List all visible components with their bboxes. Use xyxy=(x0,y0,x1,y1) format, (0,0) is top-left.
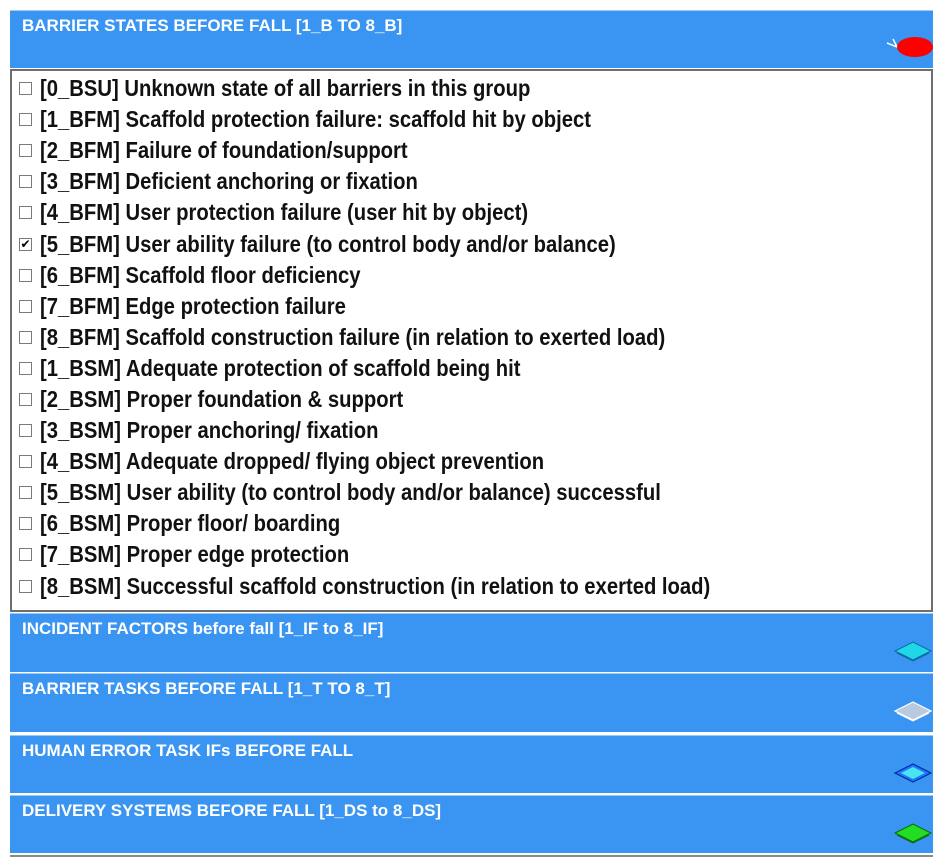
checkbox-row[interactable]: [8_BFM] Scaffold construction failure (i… xyxy=(12,322,931,353)
checkbox-row[interactable]: [2_BSM] Proper foundation & support xyxy=(12,384,931,415)
checkbox-row[interactable]: [6_BFM] Scaffold floor deficiency xyxy=(12,260,931,291)
checkbox[interactable] xyxy=(19,579,32,593)
section-title: BARRIER TASKS BEFORE FALL [1_T TO 8_T] xyxy=(22,679,391,698)
checkbox-row[interactable]: [3_BFM] Deficient anchoring or fixation xyxy=(12,166,931,197)
checkbox-label: [3_BFM] Deficient anchoring or fixation xyxy=(40,168,418,195)
checkbox[interactable] xyxy=(19,455,32,469)
section-header-delivery-systems[interactable]: DELIVERY SYSTEMS BEFORE FALL [1_DS to 8_… xyxy=(10,795,933,853)
section-title: INCIDENT FACTORS before fall [1_IF to 8_… xyxy=(22,619,384,638)
checkbox[interactable] xyxy=(19,548,32,562)
checkbox-row[interactable]: [7_BSM] Proper edge protection xyxy=(12,539,931,570)
bottom-divider xyxy=(10,855,933,857)
checkbox-row[interactable]: [0_BSU] Unknown state of all barriers in… xyxy=(12,73,931,104)
section-title: DELIVERY SYSTEMS BEFORE FALL [1_DS to 8_… xyxy=(22,801,442,820)
checkbox[interactable] xyxy=(19,144,32,158)
checkbox-label: [2_BSM] Proper foundation & support xyxy=(40,385,404,412)
checkbox-label: [2_BFM] Failure of foundation/support xyxy=(40,137,408,164)
checkbox-label: [7_BSM] Proper edge protection xyxy=(40,541,350,568)
section-title: BARRIER STATES BEFORE FALL [1_B TO 8_B] xyxy=(22,16,403,35)
cyan-diamond-icon[interactable] xyxy=(893,636,933,666)
checkbox-label: [3_BSM] Proper anchoring/ fixation xyxy=(40,417,379,444)
checkbox-row[interactable]: [8_BSM] Successful scaffold construction… xyxy=(12,571,931,602)
checkbox[interactable] xyxy=(19,517,32,531)
blue-diamond-icon[interactable] xyxy=(893,758,933,788)
checkbox-label: [5_BFM] User ability failure (to control… xyxy=(40,230,616,257)
checkbox-label: [7_BFM] Edge protection failure xyxy=(40,292,346,319)
checkbox-row[interactable]: [5_BSM] User ability (to control body an… xyxy=(12,477,931,508)
checkbox-label: [1_BFM] Scaffold protection failure: sca… xyxy=(40,106,592,133)
checkbox[interactable] xyxy=(19,299,32,313)
checkbox-row[interactable]: [4_BFM] User protection failure (user hi… xyxy=(12,197,931,228)
checkbox-label: [6_BFM] Scaffold floor deficiency xyxy=(40,261,361,288)
green-diamond-icon[interactable] xyxy=(893,818,933,848)
checkbox[interactable] xyxy=(19,330,32,344)
section-title: HUMAN ERROR TASK IFs BEFORE FALL xyxy=(22,741,354,760)
checkbox-row[interactable]: [2_BFM] Failure of foundation/support xyxy=(12,135,931,166)
checkbox-row[interactable]: [1_BSM] Adequate protection of scaffold … xyxy=(12,353,931,384)
red-oval-icon[interactable] xyxy=(885,33,933,59)
checkbox-row[interactable]: [7_BFM] Edge protection failure xyxy=(12,291,931,322)
checkbox-label: [4_BFM] User protection failure (user hi… xyxy=(40,199,529,226)
section-header-barrier-tasks[interactable]: BARRIER TASKS BEFORE FALL [1_T TO 8_T] xyxy=(10,673,933,732)
checkbox-row[interactable]: [6_BSM] Proper floor/ boarding xyxy=(12,508,931,539)
checkbox-row[interactable]: [1_BFM] Scaffold protection failure: sca… xyxy=(12,104,931,135)
checkbox-label: [5_BSM] User ability (to control body an… xyxy=(40,479,661,506)
checkbox-checked[interactable]: ✔ xyxy=(19,237,32,251)
checkbox-label: [8_BSM] Successful scaffold construction… xyxy=(40,572,711,599)
section-header-human-error-task-ifs[interactable]: HUMAN ERROR TASK IFs BEFORE FALL xyxy=(10,735,933,793)
checkbox[interactable] xyxy=(19,361,32,375)
checkbox[interactable] xyxy=(19,424,32,438)
checkbox[interactable] xyxy=(19,113,32,127)
section-header-incident-factors[interactable]: INCIDENT FACTORS before fall [1_IF to 8_… xyxy=(10,613,933,672)
checkbox[interactable] xyxy=(19,206,32,220)
checkbox-row[interactable]: ✔ [5_BFM] User ability failure (to contro… xyxy=(12,228,931,259)
checkbox-label: [1_BSM] Adequate protection of scaffold … xyxy=(40,354,521,381)
checkbox-label: [4_BSM] Adequate dropped/ flying object … xyxy=(40,448,545,475)
checkbox-label: [0_BSU] Unknown state of all barriers in… xyxy=(40,75,531,102)
barrier-states-list: [0_BSU] Unknown state of all barriers in… xyxy=(10,69,933,612)
gray-diamond-icon[interactable] xyxy=(893,696,933,726)
section-header-barrier-states[interactable]: BARRIER STATES BEFORE FALL [1_B TO 8_B] xyxy=(10,10,933,68)
checkbox-label: [6_BSM] Proper floor/ boarding xyxy=(40,510,341,537)
checkbox-row[interactable]: [3_BSM] Proper anchoring/ fixation xyxy=(12,415,931,446)
checkbox[interactable] xyxy=(19,175,32,189)
checkbox-label: [8_BFM] Scaffold construction failure (i… xyxy=(40,323,666,350)
checkbox[interactable] xyxy=(19,486,32,500)
checkbox[interactable] xyxy=(19,392,32,406)
checkbox[interactable] xyxy=(19,268,32,282)
checkbox-row[interactable]: [4_BSM] Adequate dropped/ flying object … xyxy=(12,446,931,477)
checkbox[interactable] xyxy=(19,82,32,96)
